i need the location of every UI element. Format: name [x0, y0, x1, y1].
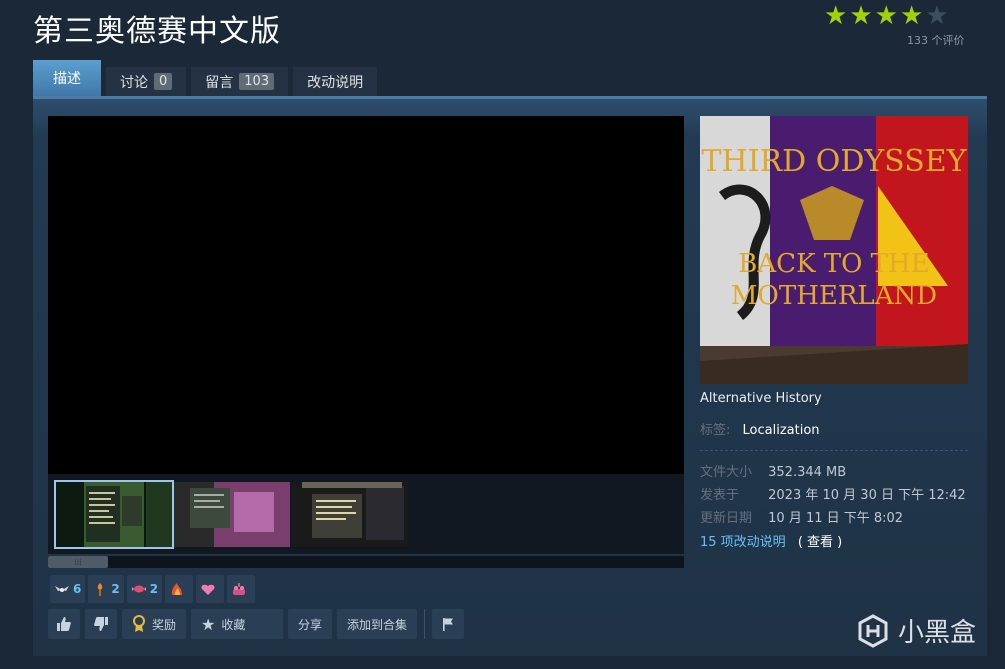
- tab-description[interactable]: 描述: [33, 60, 101, 96]
- change-notes-row: 15 项改动说明 ( 查看 ): [700, 531, 842, 550]
- watermark-text: 小黑盒: [898, 618, 977, 648]
- file-size-label: 文件大小: [700, 465, 753, 480]
- tab-bar: 描述 讨论 0 留言 103 改动说明: [33, 60, 378, 96]
- updated-value: 10 月 11 日 下午 8:02: [768, 511, 904, 526]
- add-to-collection-label: 添加到合集: [347, 617, 408, 632]
- rating-count: 133 个评价: [907, 34, 965, 47]
- award-badge[interactable]: 2: [126, 575, 163, 603]
- tab-count-badge: 103: [239, 73, 275, 90]
- thumbs-down-button[interactable]: [85, 609, 117, 639]
- award-badge[interactable]: [227, 575, 256, 603]
- tab-label: 改动说明: [307, 74, 364, 91]
- cover-title-line1: THIRD ODYSSEY: [702, 144, 968, 179]
- action-bar: 奖励 ★ 收藏 分享 添加到合集: [48, 609, 465, 639]
- candy-icon: [131, 585, 146, 593]
- view-link[interactable]: ( 查看 ): [798, 535, 842, 550]
- torch-icon: [98, 583, 103, 596]
- file-size-row: 文件大小 352.344 MB: [700, 461, 846, 480]
- award-count: 2: [111, 582, 120, 596]
- star-icon: ★: [899, 1, 924, 31]
- award-ribbon-icon: [133, 615, 145, 632]
- heybox-logo-icon: [858, 613, 888, 648]
- award-badge[interactable]: [165, 575, 194, 603]
- tab-label: 描述: [53, 71, 81, 87]
- thumbs-up-icon: [57, 617, 71, 631]
- posted-label: 发表于: [700, 488, 740, 503]
- rating-stars: ★ ★ ★ ★ ★: [824, 2, 949, 30]
- posted-row: 发表于 2023 年 10 月 30 日 下午 12:42: [700, 484, 966, 503]
- flag-icon: [443, 618, 454, 631]
- favorite-button[interactable]: ★ 收藏: [191, 609, 284, 639]
- change-notes-link[interactable]: 15 项改动说明: [700, 535, 786, 550]
- award-badge[interactable]: 2: [88, 575, 124, 603]
- award-badge[interactable]: [196, 575, 225, 603]
- divider: [424, 609, 426, 639]
- star-icon: ★: [201, 614, 216, 634]
- scrollbar-handle[interactable]: ⁞⁞⁞: [48, 556, 108, 568]
- awards-row: 6 2 2: [50, 575, 256, 603]
- award-button[interactable]: 奖励: [122, 609, 187, 639]
- watermark: 小黑盒: [856, 612, 976, 649]
- star-empty-icon: ★: [925, 1, 949, 31]
- tab-label: 讨论: [120, 74, 148, 91]
- media-thumbnail[interactable]: [292, 482, 408, 547]
- favorite-button-label: 收藏: [221, 617, 246, 632]
- award-count: 6: [73, 582, 82, 596]
- heart-icon: [201, 584, 215, 595]
- category-link[interactable]: Alternative History: [700, 391, 822, 406]
- wings-icon: [55, 586, 69, 592]
- thumbs-down-icon: [94, 617, 108, 631]
- tag-link[interactable]: Localization: [743, 423, 820, 438]
- thumbs-up-button[interactable]: [48, 609, 80, 639]
- tab-label: 留言: [205, 74, 234, 91]
- award-badge[interactable]: 6: [50, 575, 86, 603]
- tab-comments[interactable]: 留言 103: [191, 67, 289, 96]
- add-to-collection-button[interactable]: 添加到合集: [337, 609, 418, 639]
- cover-title-line3: MOTHERLAND: [731, 281, 937, 311]
- tab-count-badge: 0: [154, 73, 173, 90]
- updated-label: 更新日期: [700, 511, 753, 526]
- share-button[interactable]: 分享: [288, 609, 333, 639]
- cover-image: THIRD ODYSSEY BACK TO THE MOTHERLAND: [700, 116, 968, 384]
- tags-label: 标签:: [700, 423, 731, 438]
- tags-row: 标签: Localization: [700, 419, 820, 438]
- posted-value: 2023 年 10 月 30 日 下午 12:42: [768, 488, 966, 503]
- media-thumbnail-strip: [48, 474, 684, 554]
- updated-row: 更新日期 10 月 11 日 下午 8:02: [700, 507, 903, 526]
- divider: [700, 450, 968, 451]
- tab-discussions[interactable]: 讨论 0: [106, 67, 187, 96]
- star-icon: ★: [874, 1, 898, 31]
- award-button-label: 奖励: [152, 617, 177, 632]
- video-player[interactable]: [48, 116, 684, 474]
- award-count: 2: [149, 582, 159, 596]
- fire-cat-icon: [171, 583, 183, 595]
- file-size-value: 352.344 MB: [768, 465, 847, 480]
- cover-title-line2: BACK TO THE: [738, 249, 929, 279]
- report-button[interactable]: [432, 609, 465, 639]
- page-title: 第三奥德赛中文版: [33, 14, 281, 49]
- thumbnail-scrollbar[interactable]: ⁞⁞⁞: [48, 556, 684, 568]
- tab-change-notes[interactable]: 改动说明: [293, 67, 378, 96]
- share-button-label: 分享: [298, 617, 323, 632]
- media-thumbnail[interactable]: [174, 482, 290, 547]
- media-thumbnail[interactable]: [54, 480, 174, 549]
- star-icon: ★: [824, 1, 848, 31]
- star-icon: ★: [849, 1, 873, 31]
- cake-icon: [233, 583, 246, 595]
